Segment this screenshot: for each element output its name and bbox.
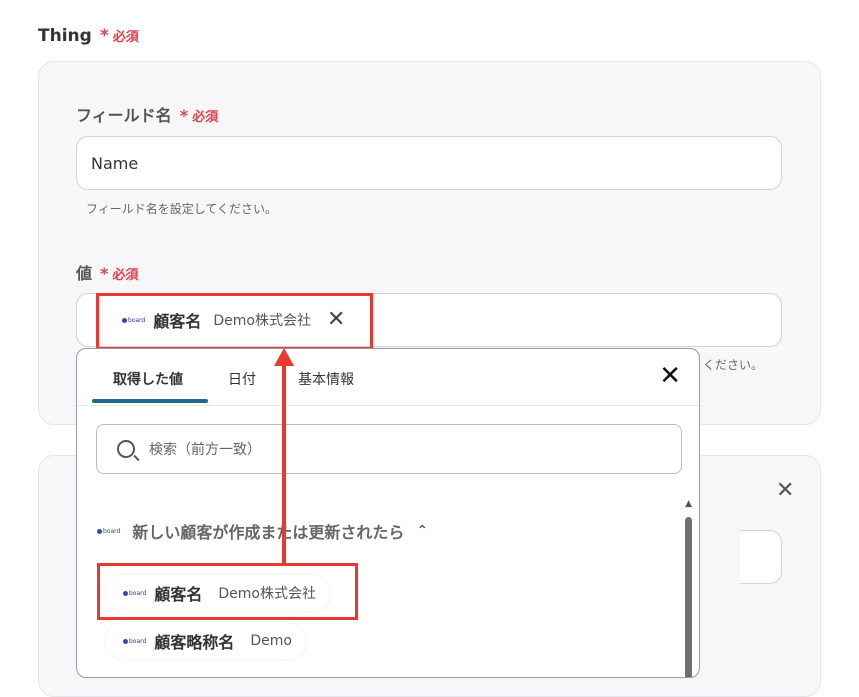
field-name-label-text: フィールド名 xyxy=(76,106,172,125)
chevron-up-icon[interactable]: ⌃ xyxy=(416,523,428,539)
board-logo-icon: board xyxy=(122,317,145,324)
value-label-text: 値 xyxy=(76,264,93,283)
chip-remove-icon[interactable]: ✕ xyxy=(327,309,345,331)
scrollbar[interactable] xyxy=(685,517,692,677)
chip-key: 顧客名 xyxy=(153,312,202,331)
board-logo-icon: board xyxy=(97,528,120,535)
required-star: * xyxy=(179,106,189,125)
active-tab-indicator xyxy=(92,399,208,403)
section-title-text: Thing xyxy=(38,26,92,46)
required-star: * xyxy=(100,264,109,283)
value-picker-dropdown: 取得した値 日付 基本情報 ✕ 検索（前方一致） board 新しい顧客が作成ま… xyxy=(76,348,700,678)
tab-retrieved-values[interactable]: 取得した値 xyxy=(113,369,183,389)
trigger-group-header[interactable]: board 新しい顧客が作成または更新されたら ⌃ xyxy=(97,519,428,543)
search-input[interactable]: 検索（前方一致） xyxy=(96,424,682,474)
required-badge: 必須 xyxy=(192,110,219,125)
section-title: Thing * 必須 xyxy=(38,26,139,46)
highlight-box-list-item xyxy=(97,563,358,620)
chip-value: Demo株式会社 xyxy=(213,313,311,329)
selected-value-chip[interactable]: board 顧客名 Demo株式会社 ✕ xyxy=(104,302,360,338)
field-name-hint: フィールド名を設定してください。 xyxy=(86,202,278,216)
field-name-value: Name xyxy=(91,153,139,173)
close-icon[interactable]: ✕ xyxy=(659,363,681,389)
field-name-input[interactable]: Name xyxy=(76,136,782,190)
list-item[interactable]: board 顧客略称名 Demo xyxy=(105,623,306,659)
required-badge: 必須 xyxy=(112,268,139,283)
required-star: * xyxy=(99,26,109,46)
remove-item-icon[interactable]: ✕ xyxy=(776,478,794,503)
value-hint: ください。 xyxy=(703,358,764,372)
annotation-arrow-shaft xyxy=(282,360,286,565)
field-name-label: フィールド名 * 必須 xyxy=(76,102,218,126)
required-badge: 必須 xyxy=(112,30,139,45)
picker-tabs: 取得した値 日付 基本情報 ✕ xyxy=(77,349,699,406)
search-placeholder: 検索（前方一致） xyxy=(149,442,261,458)
tab-date[interactable]: 日付 xyxy=(228,369,256,389)
card2-input[interactable] xyxy=(740,530,782,584)
annotation-arrow-head-icon xyxy=(274,348,294,366)
value-label: 値 * 必須 xyxy=(76,260,138,284)
group-title: 新しい顧客が作成または更新されたら xyxy=(132,523,405,542)
board-logo-icon: board xyxy=(123,638,146,645)
item-key: 顧客略称名 xyxy=(154,633,235,652)
tab-basic-info[interactable]: 基本情報 xyxy=(298,369,354,389)
item-value: Demo xyxy=(250,633,292,649)
scroll-up-icon[interactable]: ▲ xyxy=(685,499,692,509)
search-icon xyxy=(117,440,135,458)
